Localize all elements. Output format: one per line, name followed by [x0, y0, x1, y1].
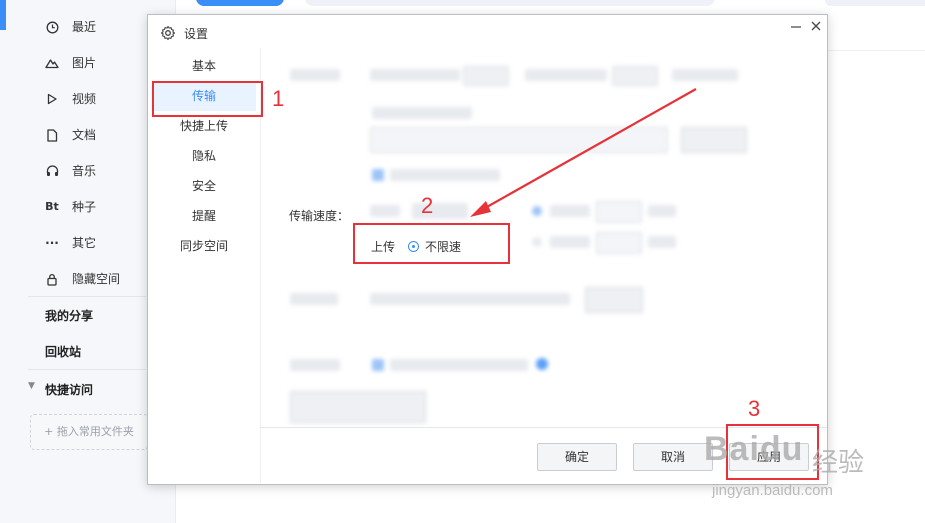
watermark-cn: 经验	[812, 447, 865, 477]
watermark-url: jingyan.baidu.com	[712, 482, 833, 499]
watermark-brand: Baidu	[704, 430, 804, 468]
